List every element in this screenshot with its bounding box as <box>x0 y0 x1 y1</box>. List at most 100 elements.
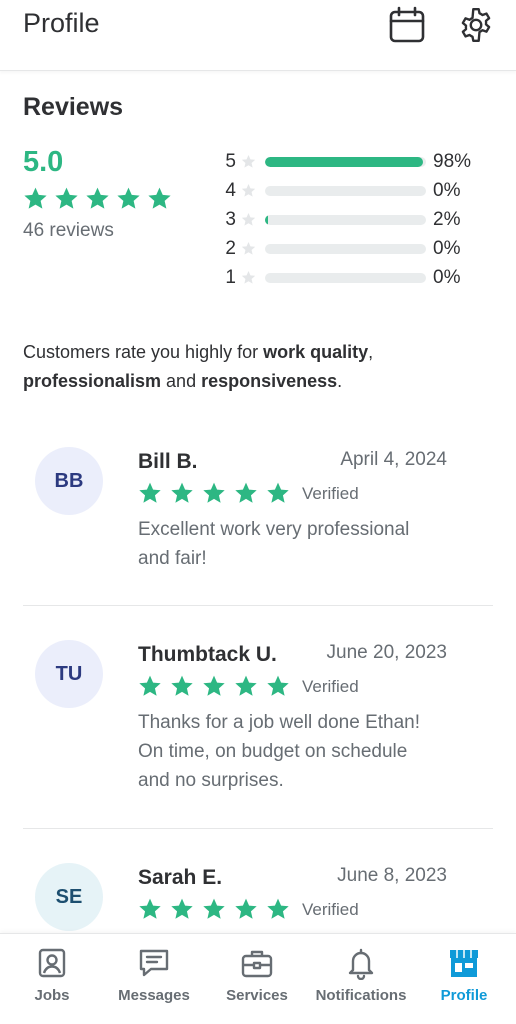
review-date: April 4, 2024 <box>340 449 447 470</box>
distribution-bar <box>265 215 426 225</box>
summary-suffix: . <box>337 371 343 391</box>
distribution-percent: 98% <box>433 151 472 172</box>
star-icon <box>170 674 194 698</box>
verified-label: Verified <box>302 677 359 696</box>
star-icon <box>138 674 162 698</box>
star-icon <box>241 183 256 203</box>
nav-messages[interactable]: Messages <box>104 934 204 1024</box>
nav-services[interactable]: Services <box>207 934 307 1024</box>
star-icon <box>234 481 258 505</box>
star-icon <box>116 186 141 211</box>
summary-prefix: Customers rate you highly for <box>23 342 264 362</box>
bell-icon <box>344 946 378 981</box>
review-text: and no surprises. <box>138 770 284 791</box>
verified-label: Verified <box>302 484 359 503</box>
summary-sep: and <box>161 371 202 391</box>
distribution-row: 2 0% <box>220 236 500 265</box>
distribution-bar-fill <box>265 215 269 225</box>
gear-icon[interactable] <box>457 6 495 44</box>
distribution-percent: 0% <box>433 180 461 201</box>
review-text: and fair! <box>138 548 207 569</box>
distribution-row: 1 0% <box>220 265 500 294</box>
distribution-bar <box>265 273 426 283</box>
avatar: TU <box>35 640 103 708</box>
review-text: Thanks for a job well done Ethan! <box>138 712 421 733</box>
star-icon <box>234 674 258 698</box>
star-icon <box>170 897 194 921</box>
review-date: June 20, 2023 <box>326 642 447 663</box>
nav-profile[interactable]: Profile <box>414 934 514 1024</box>
reviews-heading: Reviews <box>23 93 124 121</box>
star-icon <box>138 481 162 505</box>
nav-notifications[interactable]: Notifications <box>311 934 411 1024</box>
verified-label: Verified <box>302 900 359 919</box>
bottom-nav: Jobs Messages Services Notifications Pro… <box>0 933 516 1024</box>
star-icon <box>85 186 110 211</box>
nav-jobs[interactable]: Jobs <box>2 934 102 1024</box>
star-icon <box>266 674 290 698</box>
review-stars <box>138 481 290 505</box>
review-divider <box>23 828 493 829</box>
distribution-bar <box>265 157 426 167</box>
jobs-icon <box>35 946 69 980</box>
page-title: Profile <box>23 8 100 38</box>
nav-label: Messages <box>118 987 190 1004</box>
nav-label: Profile <box>440 987 488 1004</box>
distribution-percent: 0% <box>433 238 461 259</box>
distribution-bar-fill <box>265 157 423 167</box>
average-stars <box>23 186 172 211</box>
distribution-row: 4 0% <box>220 178 500 207</box>
profile-storefront-icon <box>447 946 481 980</box>
reviewer-name: Sarah E. <box>138 866 223 889</box>
star-icon <box>147 186 172 211</box>
star-icon <box>234 897 258 921</box>
messages-icon <box>137 946 171 980</box>
star-icon <box>266 897 290 921</box>
review-stars <box>138 674 290 698</box>
star-level: 4 <box>225 180 236 201</box>
review-text: Excellent work very professional <box>138 519 410 540</box>
star-icon <box>202 897 226 921</box>
summary-sep: , <box>368 342 374 362</box>
summary-work-quality: work quality <box>263 342 369 362</box>
review-text: On time, on budget on schedule <box>138 741 408 762</box>
star-level: 2 <box>225 238 236 259</box>
distribution-bar <box>265 244 426 254</box>
star-icon <box>54 186 79 211</box>
average-rating: 5.0 <box>23 146 64 178</box>
nav-label: Services <box>226 987 288 1004</box>
star-icon <box>202 481 226 505</box>
star-level: 3 <box>225 209 236 230</box>
star-icon <box>170 481 194 505</box>
star-icon <box>241 154 256 174</box>
distribution-percent: 0% <box>433 267 461 288</box>
distribution-percent: 2% <box>433 209 461 230</box>
calendar-icon[interactable] <box>388 6 426 44</box>
star-level: 1 <box>225 267 236 288</box>
star-icon <box>241 241 256 261</box>
distribution-row: 5 98% <box>220 149 500 178</box>
reviewer-name: Bill B. <box>138 450 198 473</box>
star-icon <box>241 212 256 232</box>
star-icon <box>266 481 290 505</box>
review-date: June 8, 2023 <box>337 865 447 886</box>
review-divider <box>23 605 493 606</box>
star-icon <box>23 186 48 211</box>
review-count: 46 reviews <box>23 220 114 241</box>
distribution-row: 3 2% <box>220 207 500 236</box>
avatar: BB <box>35 447 103 515</box>
summary-responsiveness: responsiveness <box>201 371 338 391</box>
rating-distribution: 5 98% 4 0% 3 2% 2 0% 1 0% <box>220 149 500 294</box>
star-icon <box>241 270 256 290</box>
reviewer-name: Thumbtack U. <box>138 643 277 666</box>
star-icon <box>202 674 226 698</box>
services-icon <box>240 946 274 980</box>
avatar: SE <box>35 863 103 931</box>
app-header: Profile <box>0 0 516 71</box>
nav-label: Notifications <box>315 987 407 1004</box>
distribution-bar <box>265 186 426 196</box>
summary-professionalism: professionalism <box>23 371 162 391</box>
star-icon <box>138 897 162 921</box>
review-stars <box>138 897 290 921</box>
star-level: 5 <box>225 151 236 172</box>
